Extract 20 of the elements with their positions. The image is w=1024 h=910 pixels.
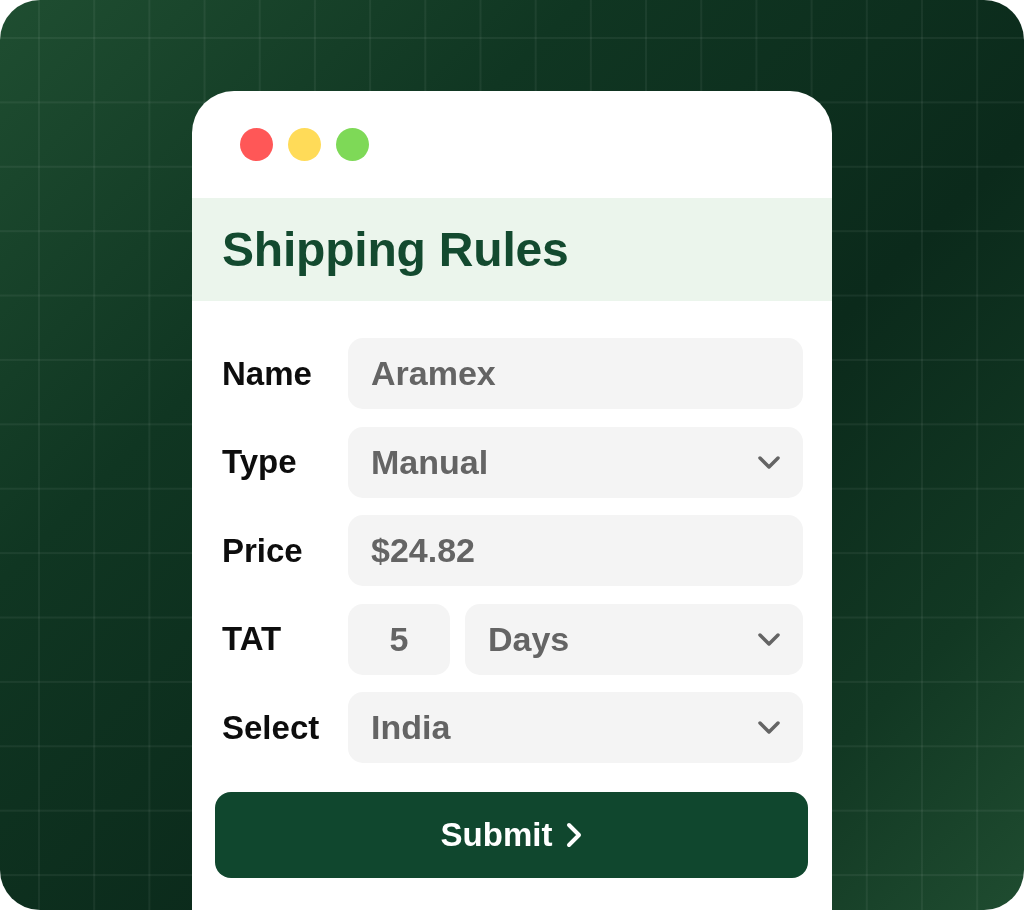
field-label: Type <box>222 443 298 481</box>
field-label: Select <box>222 708 321 747</box>
chevron-down-icon <box>758 632 780 646</box>
field-label: TAT <box>222 620 283 658</box>
number-field[interactable]: 5 <box>348 603 450 675</box>
dropdown-field[interactable]: Manual <box>348 426 803 498</box>
text-field[interactable]: Aramex <box>348 338 803 409</box>
chevron-down-icon <box>758 721 780 734</box>
window-control-dot-icon[interactable] <box>336 128 369 161</box>
form-title: Shipping Rules <box>222 222 569 277</box>
submit-button[interactable]: Submit <box>215 792 808 878</box>
window-control-dot-icon[interactable] <box>240 128 273 161</box>
text-field[interactable]: $24.82 <box>348 515 803 586</box>
chevron-down-icon <box>758 455 780 469</box>
window-control-dot-icon[interactable] <box>288 128 321 161</box>
dropdown-field[interactable]: Days <box>465 603 803 675</box>
field-label: Price <box>222 531 304 570</box>
chevron-right-icon <box>566 822 583 848</box>
dropdown-field[interactable]: India <box>348 692 803 763</box>
field-label: Name <box>222 354 313 393</box>
